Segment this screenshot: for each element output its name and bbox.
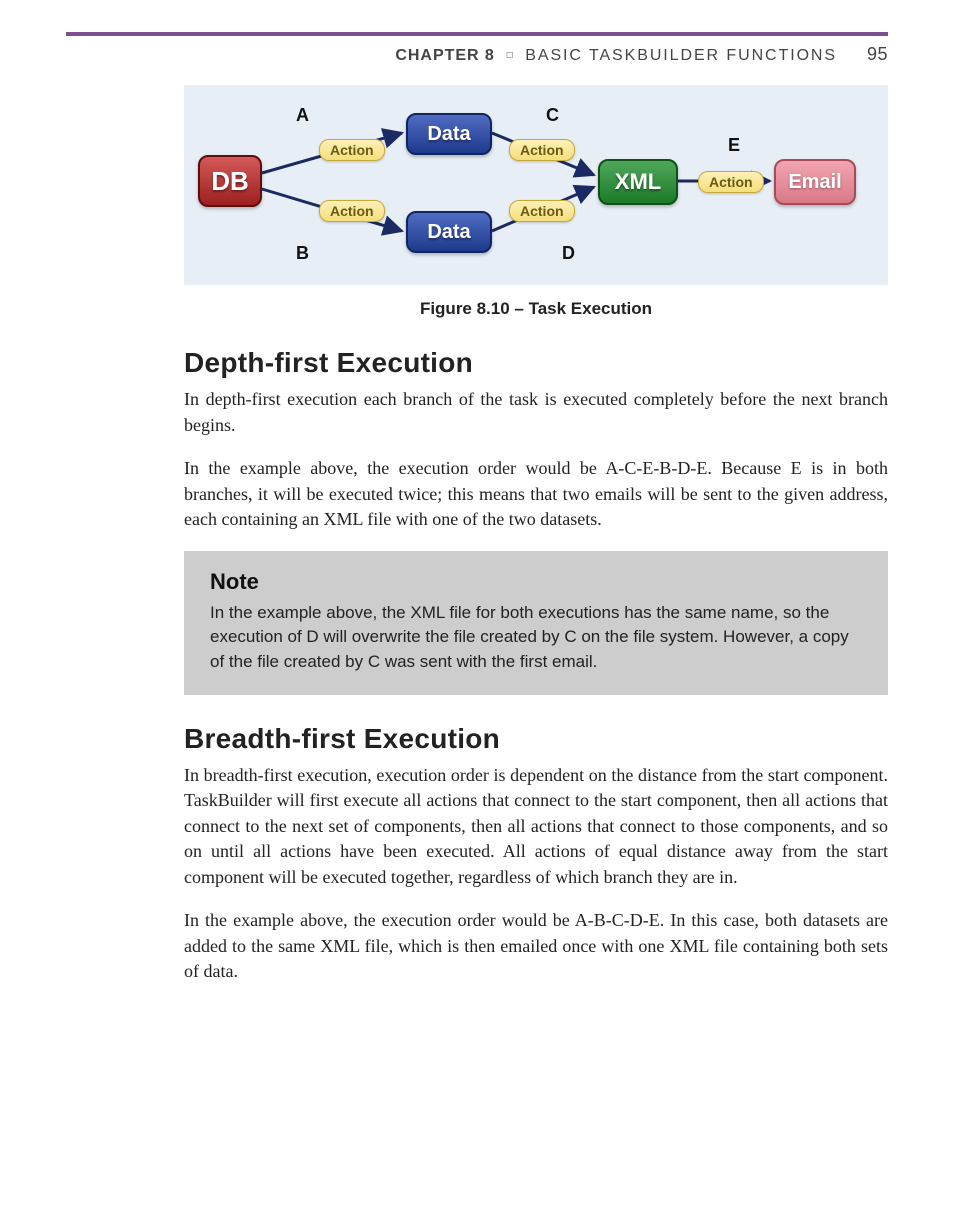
figure-8-10: DB Data Data XML Email Action Action Act…	[184, 85, 888, 285]
node-caption-c: C	[546, 105, 559, 126]
node-data-bottom: Data	[406, 211, 492, 253]
chapter-title: BASIC TASKBUILDER FUNCTIONS	[525, 47, 837, 65]
depth-p1: In depth-first execution each branch of …	[184, 387, 888, 438]
page-number: 95	[849, 44, 888, 65]
edge-label-b: Action	[319, 200, 385, 222]
content-area: DB Data Data XML Email Action Action Act…	[184, 85, 888, 985]
edge-label-d: Action	[509, 200, 575, 222]
breadth-p1: In breadth-first execution, execution or…	[184, 763, 888, 891]
node-data-top: Data	[406, 113, 492, 155]
edge-label-c: Action	[509, 139, 575, 161]
heading-depth-first: Depth-first Execution	[184, 347, 888, 379]
node-db: DB	[198, 155, 262, 207]
note-heading: Note	[210, 569, 862, 595]
depth-p2: In the example above, the execution orde…	[184, 456, 888, 533]
note-box: Note In the example above, the XML file …	[184, 551, 888, 695]
note-body: In the example above, the XML file for b…	[210, 601, 862, 675]
running-header: CHAPTER 8 □ BASIC TASKBUILDER FUNCTIONS …	[66, 32, 888, 65]
node-xml: XML	[598, 159, 678, 205]
node-caption-b: B	[296, 243, 309, 264]
breadth-p2: In the example above, the execution orde…	[184, 908, 888, 985]
bullet-icon: □	[507, 50, 514, 61]
edge-label-a: Action	[319, 139, 385, 161]
node-caption-d: D	[562, 243, 575, 264]
node-caption-a: A	[296, 105, 309, 126]
figure-caption: Figure 8.10 – Task Execution	[184, 299, 888, 319]
edge-label-e: Action	[698, 171, 764, 193]
chapter-label: CHAPTER 8	[395, 47, 494, 65]
heading-breadth-first: Breadth-first Execution	[184, 723, 888, 755]
node-email: Email	[774, 159, 856, 205]
node-caption-e: E	[728, 135, 740, 156]
page: CHAPTER 8 □ BASIC TASKBUILDER FUNCTIONS …	[0, 0, 954, 1227]
